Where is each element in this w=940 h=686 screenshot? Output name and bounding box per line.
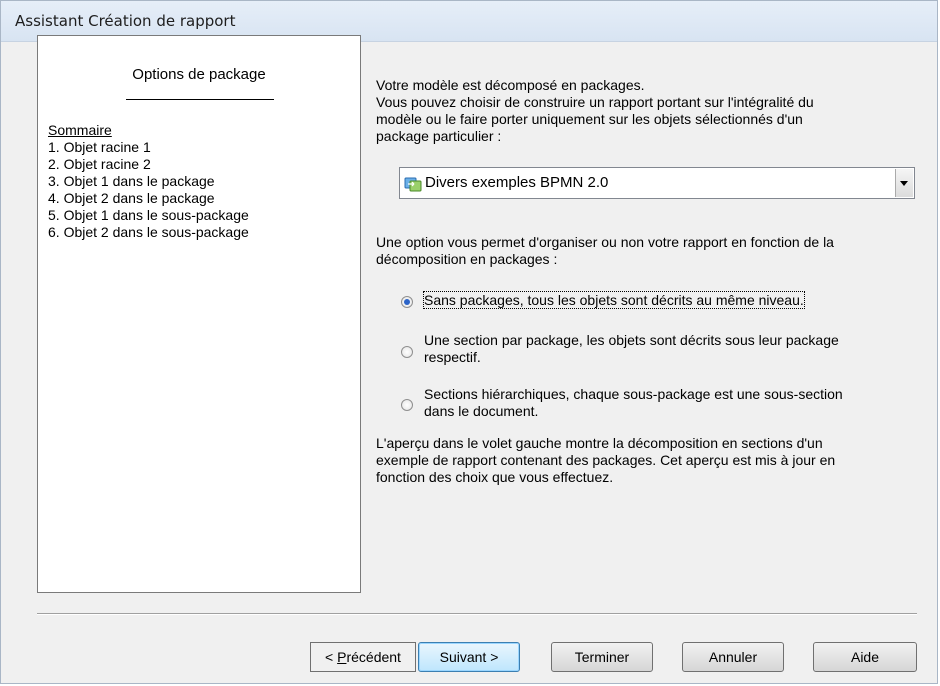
dropdown-button[interactable] — [895, 169, 913, 197]
radio-section-per-package[interactable] — [401, 346, 413, 358]
finish-button[interactable]: Terminer — [551, 642, 653, 672]
option-label-text: Sans packages, tous les objets sont décr… — [423, 291, 805, 309]
previous-button[interactable]: < Précédent — [310, 642, 416, 672]
option-label-text: Sections hiérarchiques, chaque sous-pack… — [424, 386, 843, 402]
previous-prefix: < — [325, 649, 338, 665]
cancel-label: Annuler — [708, 649, 758, 665]
intro-line: Vous pouvez choisir de construire un rap… — [376, 94, 814, 110]
wizard-window: Assistant Création de rapport Options de… — [0, 0, 938, 684]
radio-no-packages[interactable] — [401, 296, 413, 308]
next-button[interactable]: Suivant > — [418, 642, 520, 672]
preview-item: 6. Objet 2 dans le sous-package — [48, 224, 249, 240]
intro-line: Votre modèle est décomposé en packages. — [376, 77, 645, 93]
intro-text: Votre modèle est décomposé en packages. … — [376, 77, 916, 145]
preview-item: 5. Objet 1 dans le sous-package — [48, 207, 249, 223]
option-label-text: Une section par package, les objets sont… — [424, 332, 839, 348]
preview-title: Options de package — [132, 66, 266, 83]
preview-item: 1. Objet racine 1 — [48, 139, 151, 155]
next-label: Suivant > — [439, 649, 499, 665]
preview-item-summary: Sommaire — [48, 122, 112, 138]
preview-item: 3. Objet 1 dans le package — [48, 173, 215, 189]
package-icon — [404, 177, 422, 192]
option-text-line: Une option vous permet d'organiser ou no… — [376, 234, 834, 250]
separator — [37, 613, 917, 615]
preview-title-rule — [126, 99, 274, 100]
option-label-section-per-package[interactable]: Une section par package, les objets sont… — [424, 332, 919, 366]
option-label-text: dans le document. — [424, 403, 539, 419]
help-label: Aide — [850, 649, 880, 665]
note-line: fonction des choix que vous effectuez. — [376, 469, 614, 485]
preview-panel: Options de package Sommaire 1. Objet rac… — [37, 35, 361, 593]
finish-label: Terminer — [574, 649, 630, 665]
chevron-down-icon — [900, 181, 908, 186]
option-text-line: décomposition en packages : — [376, 251, 558, 267]
radio-hierarchical-sections[interactable] — [401, 399, 413, 411]
preview-item: 4. Objet 2 dans le package — [48, 190, 215, 206]
option-label-no-packages[interactable]: Sans packages, tous les objets sont décr… — [423, 291, 919, 309]
preview-list: Sommaire 1. Objet racine 1 2. Objet raci… — [48, 122, 249, 241]
note-line: exemple de rapport contenant des package… — [376, 452, 836, 468]
help-button[interactable]: Aide — [813, 642, 917, 672]
note-line: L'aperçu dans le volet gauche montre la … — [376, 435, 823, 451]
window-title: Assistant Création de rapport — [15, 12, 236, 30]
preview-item: 2. Objet racine 2 — [48, 156, 151, 172]
package-select[interactable]: Divers exemples BPMN 2.0 — [399, 167, 915, 199]
intro-line: modèle ou le faire porter uniquement sur… — [376, 111, 803, 127]
option-label-text: respectif. — [424, 349, 481, 365]
cancel-button[interactable]: Annuler — [682, 642, 784, 672]
option-label-hierarchical-sections[interactable]: Sections hiérarchiques, chaque sous-pack… — [424, 386, 919, 420]
package-select-value: Divers exemples BPMN 2.0 — [425, 174, 609, 191]
preview-note: L'aperçu dans le volet gauche montre la … — [376, 435, 916, 486]
intro-line: package particulier : — [376, 128, 502, 144]
option-description: Une option vous permet d'organiser ou no… — [376, 234, 916, 268]
previous-rest: récédent — [346, 649, 401, 665]
